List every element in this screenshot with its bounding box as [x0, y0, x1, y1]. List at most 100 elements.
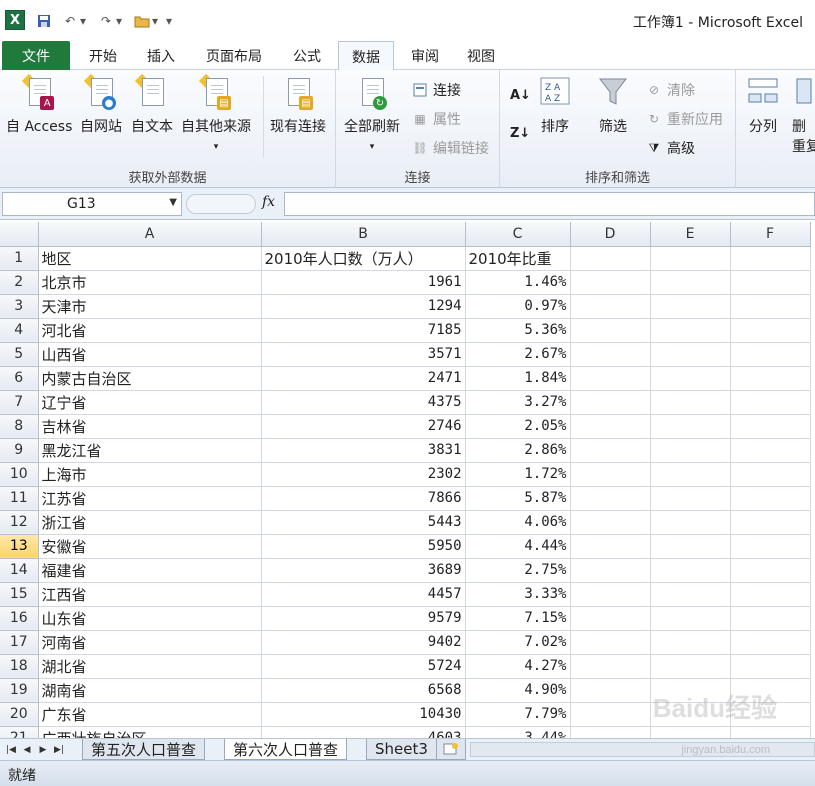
- cell-a[interactable]: 黑龙江省: [38, 438, 262, 463]
- cell-e[interactable]: [650, 342, 731, 367]
- filter-button[interactable]: 筛选: [598, 76, 628, 136]
- row-header[interactable]: 2: [0, 270, 39, 295]
- cell-d[interactable]: [570, 342, 651, 367]
- cell-d[interactable]: [570, 270, 651, 295]
- cell-f[interactable]: [730, 510, 811, 535]
- cell-c[interactable]: 2.75%: [465, 558, 571, 583]
- sort-ascending-button[interactable]: A↓: [510, 88, 531, 103]
- tab-formulas[interactable]: 公式: [282, 42, 332, 70]
- row-header[interactable]: 12: [0, 510, 39, 535]
- row-header[interactable]: 16: [0, 606, 39, 631]
- cell-b[interactable]: 3689: [261, 558, 466, 583]
- cell-f[interactable]: [730, 654, 811, 679]
- cell-e[interactable]: [650, 294, 731, 319]
- row-header[interactable]: 13: [0, 534, 39, 559]
- cell-d[interactable]: [570, 558, 651, 583]
- cell-e[interactable]: [650, 582, 731, 607]
- cell-c[interactable]: 3.27%: [465, 390, 571, 415]
- column-header-f[interactable]: F: [730, 222, 811, 247]
- cell-c[interactable]: 5.87%: [465, 486, 571, 511]
- column-header-d[interactable]: D: [570, 222, 651, 247]
- cell-d[interactable]: [570, 582, 651, 607]
- from-other-sources-button[interactable]: ▤ 自其他来源 ▾: [181, 73, 251, 152]
- cell-b[interactable]: 4457: [261, 582, 466, 607]
- column-header-c[interactable]: C: [465, 222, 571, 247]
- cell-f[interactable]: [730, 606, 811, 631]
- cell-b[interactable]: 3571: [261, 342, 466, 367]
- edit-links-button[interactable]: ⛓ 编辑链接: [412, 138, 489, 158]
- cell-a[interactable]: 江苏省: [38, 486, 262, 511]
- customize-qat-icon[interactable]: ▾: [164, 11, 174, 31]
- cell-f[interactable]: [730, 366, 811, 391]
- name-box[interactable]: G13 ▼: [2, 192, 182, 216]
- row-header[interactable]: 15: [0, 582, 39, 607]
- refresh-all-button[interactable]: ↻ 全部刷新 ▾: [344, 76, 400, 152]
- row-header[interactable]: 5: [0, 342, 39, 367]
- row-header[interactable]: 4: [0, 318, 39, 343]
- tab-page-layout[interactable]: 页面布局: [194, 42, 274, 70]
- row-header[interactable]: 19: [0, 678, 39, 703]
- cell-a[interactable]: 天津市: [38, 294, 262, 319]
- excel-app-icon[interactable]: X: [5, 10, 25, 30]
- cell-c[interactable]: 2010年比重: [465, 246, 571, 271]
- cell-b[interactable]: 4603: [261, 726, 466, 738]
- cell-c[interactable]: 5.36%: [465, 318, 571, 343]
- cell-b[interactable]: 9402: [261, 630, 466, 655]
- cell-d[interactable]: [570, 678, 651, 703]
- cell-a[interactable]: 山西省: [38, 342, 262, 367]
- cell-c[interactable]: 1.84%: [465, 366, 571, 391]
- row-header[interactable]: 11: [0, 486, 39, 511]
- cell-d[interactable]: [570, 726, 651, 738]
- formula-input[interactable]: [284, 192, 815, 216]
- cell-d[interactable]: [570, 654, 651, 679]
- cell-a[interactable]: 地区: [38, 246, 262, 271]
- cell-e[interactable]: [650, 726, 731, 738]
- cell-a[interactable]: 广西壮族自治区: [38, 726, 262, 738]
- cell-e[interactable]: [650, 438, 731, 463]
- cell-d[interactable]: [570, 486, 651, 511]
- cell-f[interactable]: [730, 342, 811, 367]
- last-sheet-icon[interactable]: ▶|: [52, 742, 66, 758]
- row-header[interactable]: 6: [0, 366, 39, 391]
- cell-e[interactable]: [650, 510, 731, 535]
- cell-e[interactable]: [650, 534, 731, 559]
- existing-connections-button[interactable]: ▤ 现有连接: [270, 76, 326, 136]
- cell-e[interactable]: [650, 270, 731, 295]
- cell-a[interactable]: 浙江省: [38, 510, 262, 535]
- cell-e[interactable]: [650, 606, 731, 631]
- cell-c[interactable]: 4.90%: [465, 678, 571, 703]
- cell-b[interactable]: 2302: [261, 462, 466, 487]
- cell-b[interactable]: 5950: [261, 534, 466, 559]
- cell-c[interactable]: 3.33%: [465, 582, 571, 607]
- cell-e[interactable]: [650, 318, 731, 343]
- cell-b[interactable]: 1961: [261, 270, 466, 295]
- prev-sheet-icon[interactable]: ◀: [20, 742, 34, 758]
- first-sheet-icon[interactable]: |◀: [4, 742, 18, 758]
- column-header-a[interactable]: A: [38, 222, 262, 247]
- cell-c[interactable]: 2.86%: [465, 438, 571, 463]
- cell-b[interactable]: 3831: [261, 438, 466, 463]
- cell-d[interactable]: [570, 462, 651, 487]
- cell-a[interactable]: 上海市: [38, 462, 262, 487]
- cell-c[interactable]: 4.44%: [465, 534, 571, 559]
- row-header[interactable]: 20: [0, 702, 39, 727]
- from-text-button[interactable]: 自文本: [131, 73, 173, 136]
- cell-c[interactable]: 3.44%: [465, 726, 571, 738]
- cell-b[interactable]: 10430: [261, 702, 466, 727]
- insert-function-icon[interactable]: fx: [262, 194, 275, 210]
- cell-f[interactable]: [730, 630, 811, 655]
- column-header-e[interactable]: E: [650, 222, 731, 247]
- cell-c[interactable]: 2.67%: [465, 342, 571, 367]
- cell-c[interactable]: 1.46%: [465, 270, 571, 295]
- cell-d[interactable]: [570, 414, 651, 439]
- sort-button[interactable]: Z AA Z 排序: [540, 76, 570, 136]
- insert-sheet-icon[interactable]: [436, 739, 466, 760]
- tab-file[interactable]: 文件: [2, 41, 70, 70]
- cell-f[interactable]: [730, 534, 811, 559]
- cell-b[interactable]: 2471: [261, 366, 466, 391]
- worksheet-grid[interactable]: A B C D E F 1 地区 2010年人口数（万人） 2010年比重 2 北京市 19…: [0, 222, 815, 738]
- cell-a[interactable]: 福建省: [38, 558, 262, 583]
- row-header[interactable]: 10: [0, 462, 39, 487]
- cell-b[interactable]: 2010年人口数（万人）: [261, 246, 466, 271]
- cell-b[interactable]: 5724: [261, 654, 466, 679]
